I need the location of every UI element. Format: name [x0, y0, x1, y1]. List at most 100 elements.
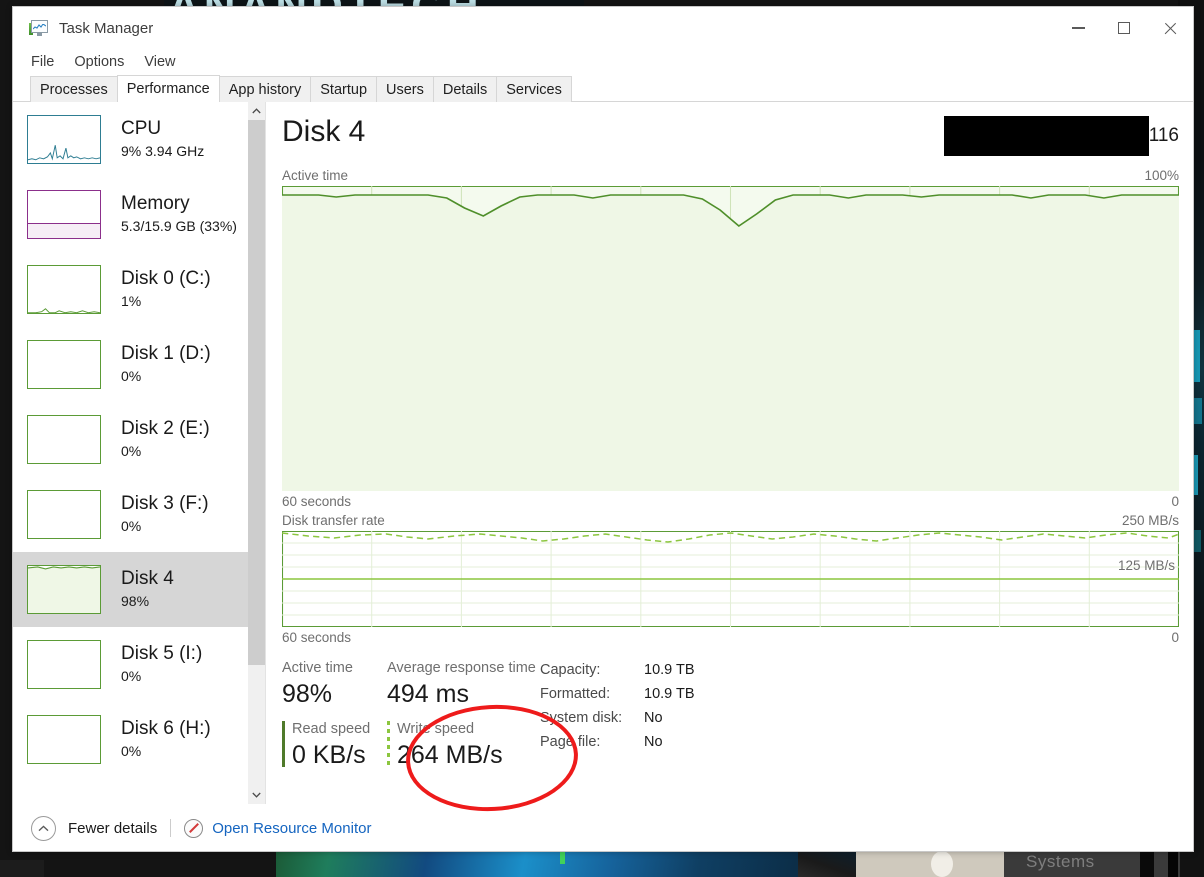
sidebar-item-disk-1-text: Disk 1 (D:) 0%	[121, 343, 211, 386]
main-header: Disk 4 116	[282, 114, 1179, 168]
transfer-rate-mid-label: 125 MB/s	[1117, 558, 1175, 573]
tab-startup[interactable]: Startup	[310, 76, 378, 102]
write-speed-stat: Write speed 264 MB/s	[387, 719, 503, 771]
footer-separator	[170, 819, 172, 837]
performance-sidebar: CPU 9% 3.94 GHz Memory 5.3/15.9 GB (33%)	[13, 102, 266, 804]
sidebar-item-memory-sub: 5.3/15.9 GB (33%)	[121, 218, 237, 234]
disk-properties: Capacity: 10.9 TB Formatted: 10.9 TB Sys…	[540, 658, 695, 771]
menu-bar: File Options View	[13, 49, 1193, 75]
window-titlebar[interactable]: Task Manager	[13, 7, 1193, 49]
sidebar-item-cpu-title: CPU	[121, 118, 162, 139]
fewer-details-button[interactable]	[31, 815, 56, 841]
menu-item-file[interactable]: File	[31, 54, 54, 70]
tab-services[interactable]: Services	[496, 76, 572, 102]
read-speed-stat: Read speed 0 KB/s	[282, 719, 387, 771]
sidebar-scrollbar[interactable]	[248, 102, 265, 804]
sidebar-item-memory-title: Memory	[121, 193, 190, 214]
sidebar-item-disk-4-text: Disk 4 98%	[121, 568, 174, 611]
sidebar-item-memory-text: Memory 5.3/15.9 GB (33%)	[121, 193, 237, 236]
sidebar-item-disk-3[interactable]: Disk 3 (F:) 0%	[13, 477, 248, 552]
desktop-systems-label: Systems	[1026, 852, 1095, 871]
stats-top-row: Active time 98% Average response time 49…	[282, 658, 540, 710]
close-icon	[1163, 21, 1178, 36]
sidebar-item-disk-5-text: Disk 5 (I:) 0%	[121, 643, 202, 686]
disk-3-thumbnail	[27, 490, 101, 539]
window-footer: Fewer details Open Resource Monitor	[13, 804, 1193, 851]
maximize-button[interactable]	[1101, 7, 1147, 49]
active-time-stat-caption: Active time	[282, 660, 353, 676]
window-title: Task Manager	[59, 19, 154, 37]
chevron-down-icon	[252, 792, 261, 798]
sidebar-item-disk-6-sub: 0%	[121, 743, 142, 759]
menu-item-options[interactable]: Options	[74, 54, 124, 70]
sidebar-item-disk-1-title: Disk 1 (D:)	[121, 343, 211, 364]
sidebar-item-disk-4-sub: 98%	[121, 593, 150, 609]
write-speed-caption: Write speed	[397, 721, 475, 737]
cpu-sparkline	[28, 145, 100, 161]
menu-item-view[interactable]: View	[144, 54, 175, 70]
property-key-capacity: Capacity:	[540, 662, 601, 678]
tab-processes[interactable]: Processes	[30, 76, 118, 102]
memory-thumbnail	[27, 190, 101, 239]
sidebar-item-disk-1[interactable]: Disk 1 (D:) 0%	[13, 327, 248, 402]
open-resource-monitor-link[interactable]: Open Resource Monitor	[212, 820, 371, 837]
sidebar-item-disk-0-title: Disk 0 (C:)	[121, 268, 211, 289]
sidebar-item-disk-5[interactable]: Disk 5 (I:) 0%	[13, 627, 248, 702]
scrollbar-track[interactable]	[248, 120, 265, 786]
minimize-button[interactable]	[1055, 7, 1101, 49]
window-controls	[1055, 7, 1193, 49]
resource-monitor-icon	[184, 818, 204, 838]
disk-5-thumbnail	[27, 640, 101, 689]
avg-response-stat-value: 494 ms	[387, 680, 469, 708]
performance-main-panel: Disk 4 116 Active time 100% 60 seconds 0…	[266, 102, 1193, 804]
fewer-details-label[interactable]: Fewer details	[68, 820, 157, 837]
sidebar-item-disk-2-sub: 0%	[121, 443, 142, 459]
tab-app-history[interactable]: App history	[218, 76, 312, 102]
sidebar-item-disk-0[interactable]: Disk 0 (C:) 1%	[13, 252, 248, 327]
transfer-rate-min-label: 0	[1171, 630, 1179, 645]
task-manager-window: Task Manager File Options View Processes…	[12, 6, 1194, 852]
disk-4-thumbnail	[27, 565, 101, 614]
sidebar-item-disk-0-sub: 1%	[121, 293, 142, 309]
active-time-plot	[282, 186, 1179, 491]
sidebar-item-disk-6[interactable]: Disk 6 (H:) 0%	[13, 702, 248, 777]
speed-row: Read speed 0 KB/s Write speed 264 MB/s	[282, 710, 540, 771]
window-content: CPU 9% 3.94 GHz Memory 5.3/15.9 GB (33%)	[13, 102, 1193, 804]
property-value-formatted: 10.9 TB	[644, 686, 695, 702]
scrollbar-thumb[interactable]	[248, 120, 265, 665]
avg-response-stat-caption: Average response time	[387, 660, 536, 676]
sidebar-item-memory[interactable]: Memory 5.3/15.9 GB (33%)	[13, 177, 248, 252]
sidebar-item-disk-4[interactable]: Disk 4 98%	[13, 552, 248, 627]
disk-2-thumbnail	[27, 415, 101, 464]
close-button[interactable]	[1147, 7, 1193, 49]
minimize-icon	[1071, 27, 1085, 29]
property-key-system-disk: System disk:	[540, 710, 623, 726]
maximize-icon	[1118, 22, 1130, 34]
sidebar-item-cpu[interactable]: CPU 9% 3.94 GHz	[13, 102, 248, 177]
active-time-axis: 60 seconds 0	[282, 491, 1179, 509]
property-value-system-disk: No	[644, 710, 663, 726]
disk-0-sparkline	[28, 308, 100, 313]
disk-0-thumbnail	[27, 265, 101, 314]
property-row-capacity: Capacity: 10.9 TB	[540, 658, 695, 682]
scroll-up-button[interactable]	[248, 102, 265, 120]
avg-response-stat: Average response time 494 ms	[387, 658, 536, 710]
property-value-capacity: 10.9 TB	[644, 662, 695, 678]
active-time-header: Active time 100%	[282, 168, 1179, 186]
transfer-rate-label: Disk transfer rate	[282, 513, 385, 528]
disk-1-thumbnail	[27, 340, 101, 389]
property-value-page-file: No	[644, 734, 663, 750]
transfer-rate-plot	[282, 531, 1179, 627]
sidebar-list: CPU 9% 3.94 GHz Memory 5.3/15.9 GB (33%)	[13, 102, 248, 804]
chevron-up-icon	[252, 108, 261, 114]
scroll-down-button[interactable]	[248, 786, 265, 804]
property-row-page-file: Page file: No	[540, 730, 695, 754]
desktop-oval-shape	[931, 851, 953, 877]
stats-area: Active time 98% Average response time 49…	[282, 645, 1179, 771]
tab-users[interactable]: Users	[376, 76, 434, 102]
tab-details[interactable]: Details	[432, 76, 498, 102]
sidebar-item-disk-2[interactable]: Disk 2 (E:) 0%	[13, 402, 248, 477]
tab-performance[interactable]: Performance	[116, 75, 220, 102]
tab-strip: Processes Performance App history Startu…	[13, 75, 1193, 102]
disk-6-thumbnail	[27, 715, 101, 764]
